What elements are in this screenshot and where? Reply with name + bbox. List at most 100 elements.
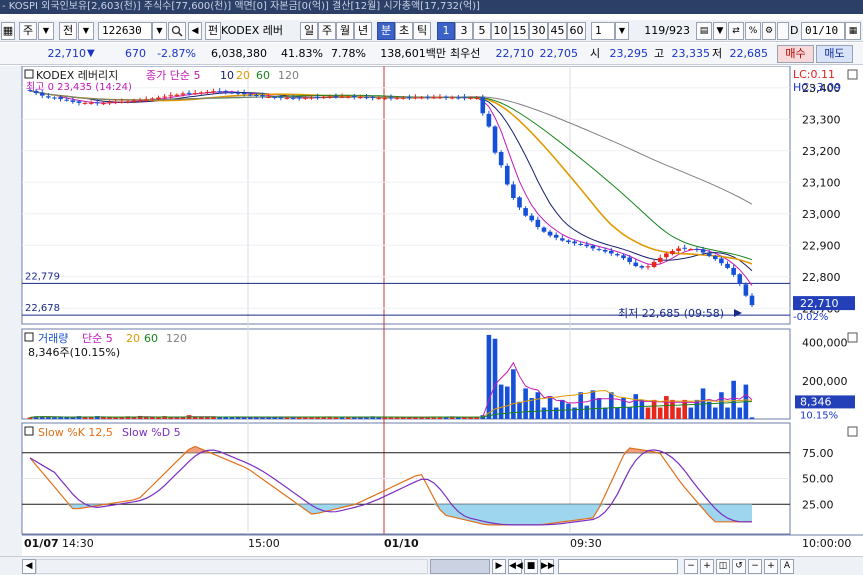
stoch-d-label: Slow %D 5	[122, 426, 181, 439]
percent-icon[interactable]: %	[745, 22, 761, 40]
pane-close-icon	[847, 426, 858, 437]
chart-svg[interactable]: 23,40023,30023,20023,10023,00022,90022,8…	[0, 66, 863, 556]
candle-body	[657, 257, 663, 262]
candle-body	[419, 97, 424, 99]
calendar-icon[interactable]: ▦	[845, 22, 861, 40]
candle-body	[462, 97, 467, 99]
volume-bar	[627, 407, 632, 419]
candle-body	[578, 243, 583, 245]
settings-grid-icon[interactable]: ▤	[696, 22, 712, 40]
time-label: 14:30	[62, 537, 94, 550]
volume-bar	[731, 380, 736, 419]
interval-button-45[interactable]: 45	[548, 22, 567, 40]
interval-button-60[interactable]: 60	[567, 22, 586, 40]
volume-tick-label: 200,000	[802, 375, 848, 388]
gear-icon[interactable]: ⚙	[762, 22, 776, 40]
current-price-tag: 22,710	[800, 297, 839, 310]
volume-bar	[199, 417, 204, 419]
candle-body	[364, 97, 369, 99]
scroll-last-icon[interactable]: ▶▶	[540, 559, 555, 574]
interval-button-10[interactable]: 10	[491, 22, 510, 40]
code-dropdown-icon[interactable]: ▼	[152, 22, 167, 40]
d-checkbox[interactable]	[777, 22, 789, 40]
tick-button[interactable]: 틱	[413, 22, 431, 40]
interval-button-1[interactable]: 1	[437, 22, 455, 40]
candle-body	[541, 227, 547, 232]
candle-body	[517, 197, 522, 208]
period-type-button[interactable]: 전	[59, 22, 77, 40]
compare-icon[interactable]: ⇄	[728, 22, 744, 40]
text-tool-icon[interactable]: A	[780, 559, 794, 574]
zoom-in-icon[interactable]: +	[700, 559, 714, 574]
zoom-out-icon[interactable]: −	[684, 559, 698, 574]
prev-stock-button[interactable]: ◀	[188, 22, 202, 40]
candle-body	[143, 99, 149, 101]
market-type-button[interactable]: 주	[19, 22, 37, 40]
low-annotation: 최저 22,685 (09:58)	[618, 307, 724, 320]
daily-button[interactable]: 일	[300, 22, 318, 40]
volume-bar	[541, 407, 547, 419]
candle-body	[174, 94, 180, 96]
monthly-button[interactable]: 월	[336, 22, 354, 40]
stock-code-input[interactable]: 122630	[98, 22, 152, 40]
candle-body	[107, 102, 112, 104]
candle-body	[688, 249, 694, 251]
reset-icon[interactable]: ↺	[732, 559, 746, 574]
interval-button-5[interactable]: 5	[473, 22, 491, 40]
candle-body	[266, 96, 271, 98]
candle-body	[339, 96, 345, 98]
time-label: 15:00	[248, 537, 280, 550]
candle-body	[70, 100, 76, 102]
interval-button-3[interactable]: 3	[455, 22, 473, 40]
scroll-thumb[interactable]	[430, 559, 490, 574]
minus-icon[interactable]: −	[748, 559, 762, 574]
price-tick-label: 22,900	[802, 239, 841, 252]
volume-bar	[156, 417, 161, 419]
volume-bar	[394, 417, 400, 419]
chart-scrollbar[interactable]: ◀ ▶ ◀◀ ■ ▶▶ − + ◫ ↺ − + A	[0, 556, 863, 575]
search-button[interactable]	[168, 22, 186, 40]
price-tick-label: 23,100	[802, 176, 841, 189]
scroll-stop-icon[interactable]: ■	[524, 559, 538, 574]
fit-icon[interactable]: ◫	[716, 559, 730, 574]
volume-bar	[602, 407, 608, 419]
candle-body	[217, 91, 222, 93]
window-menu-button[interactable]: ▦	[1, 22, 15, 40]
scroll-track[interactable]	[36, 559, 428, 574]
candle-body	[333, 95, 339, 97]
weekly-button[interactable]: 주	[318, 22, 336, 40]
volume-bar	[229, 417, 235, 419]
dropdown-chevron-icon[interactable]: ▼	[713, 22, 727, 40]
volume-bar	[46, 417, 51, 419]
second-button[interactable]: 초	[395, 22, 413, 40]
scroll-first-icon[interactable]: ◀◀	[508, 559, 523, 574]
zoom-slider[interactable]	[558, 559, 678, 574]
fund-label[interactable]: 펀	[205, 22, 221, 40]
candle-body	[272, 96, 278, 98]
scroll-left-arrow-icon[interactable]: ◀	[22, 559, 36, 574]
volume-bar	[351, 417, 357, 419]
count-input[interactable]: 1	[591, 22, 615, 40]
candle-body	[719, 258, 724, 264]
volume-bar	[706, 401, 712, 419]
date-input[interactable]: 01/10	[801, 22, 845, 40]
lc-label: LC:0.11	[793, 68, 835, 81]
interval-button-15[interactable]: 15	[510, 22, 529, 40]
buy-button[interactable]: 매수	[777, 45, 814, 63]
interval-button-30[interactable]: 30	[529, 22, 548, 40]
change-percent: -2.87%	[157, 47, 196, 60]
period-dropdown-icon[interactable]: ▼	[78, 22, 94, 40]
yearly-button[interactable]: 년	[354, 22, 372, 40]
scroll-right-arrow-icon[interactable]: ▶	[492, 559, 506, 574]
market-dropdown-icon[interactable]: ▼	[38, 22, 54, 40]
sell-button[interactable]: 매도	[816, 45, 853, 63]
volume-bar	[52, 417, 57, 419]
minute-button[interactable]: 분	[377, 22, 395, 40]
volume-bar	[535, 392, 541, 419]
candle-body	[584, 244, 590, 247]
count-dropdown-icon[interactable]: ▼	[615, 22, 629, 40]
candle-body	[486, 113, 492, 127]
chart-area[interactable]: 23,400 23,300 23,200 23,100 23,000 22,900 22,8…	[0, 66, 863, 556]
plus-icon[interactable]: +	[764, 559, 778, 574]
volume-bar	[150, 417, 155, 419]
